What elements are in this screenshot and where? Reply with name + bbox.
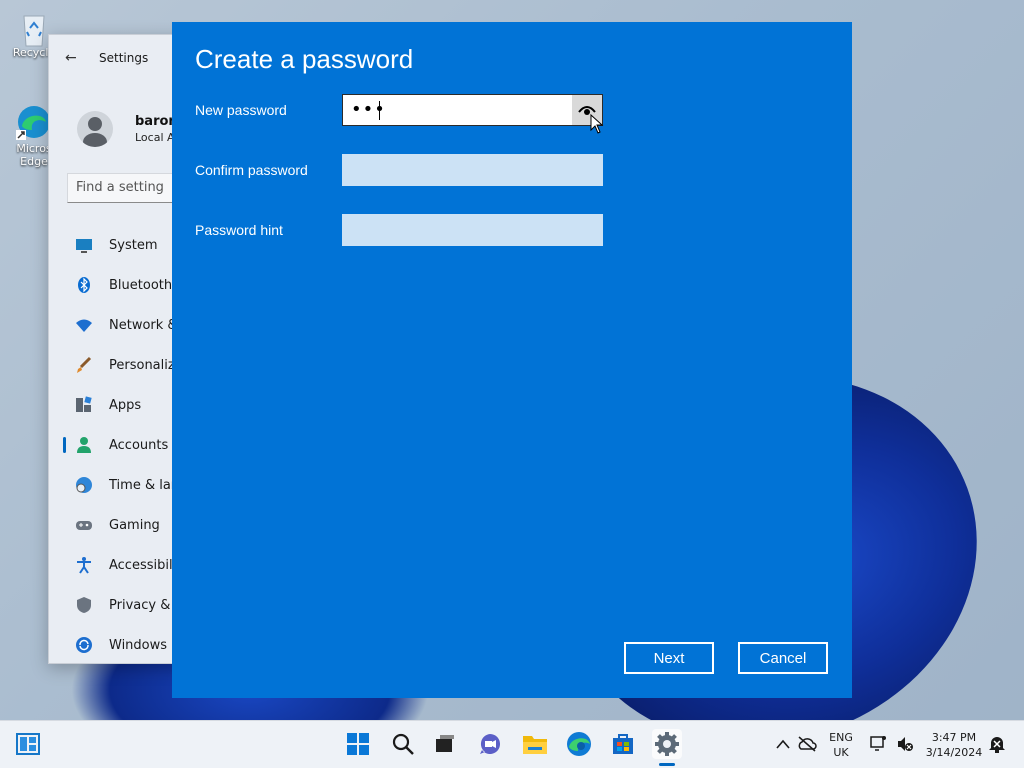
onedrive-button[interactable] <box>792 729 822 759</box>
sidebar-item-label: Personaliz <box>109 357 175 373</box>
wifi-icon <box>75 316 93 334</box>
settings-window: ← Settings baron Local A Find a setting … <box>48 34 197 665</box>
sidebar-item-label: Apps <box>109 397 142 413</box>
sidebar-item-label: Bluetooth <box>109 277 173 293</box>
widgets-icon <box>16 733 40 755</box>
clock-time: 3:47 PM <box>931 731 977 744</box>
sidebar-item-label: Time & lar <box>109 477 177 493</box>
sidebar-item-label: Gaming <box>109 517 160 533</box>
chat-button[interactable] <box>475 729 505 759</box>
sidebar-item-label: System <box>109 237 158 253</box>
accessibility-icon <box>75 556 93 574</box>
bluetooth-icon <box>75 276 93 294</box>
task-view-icon <box>436 735 454 752</box>
edge-taskbar-button[interactable] <box>564 729 594 759</box>
clock[interactable]: 3:47 PM 3/14/2024 <box>922 730 986 760</box>
notification-bell-icon <box>989 737 1005 753</box>
dialog-title: Create a password <box>195 44 414 74</box>
chevron-up-icon <box>776 739 790 749</box>
mouse-pointer-icon <box>590 114 604 134</box>
edge-icon <box>567 732 591 756</box>
password-hint-label: Password hint <box>195 222 283 238</box>
sidebar-item-label: Network & <box>109 317 178 333</box>
language-indicator[interactable]: ENG UK <box>826 730 856 760</box>
sidebar-item-label: Accounts <box>109 437 169 453</box>
windows-logo-icon <box>347 733 369 755</box>
volume-muted-icon <box>898 737 913 751</box>
sidebar-item-accessibility[interactable]: Accessibili <box>49 545 187 585</box>
update-icon <box>75 636 93 654</box>
volume-button[interactable] <box>890 729 920 759</box>
sidebar-item-label: Windows U <box>109 637 181 653</box>
active-app-indicator <box>659 763 675 766</box>
confirm-password-field[interactable] <box>342 154 603 186</box>
settings-titlebar: ← Settings <box>49 35 187 81</box>
store-button[interactable] <box>608 729 638 759</box>
avatar <box>77 111 113 147</box>
person-icon <box>75 436 93 454</box>
notifications-button[interactable] <box>982 729 1012 759</box>
cloud-offline-icon <box>798 736 817 752</box>
sidebar-item-gaming[interactable]: Gaming <box>49 505 187 545</box>
password-hint-field[interactable] <box>342 214 603 246</box>
gamepad-icon <box>75 516 93 534</box>
widgets-button[interactable] <box>13 729 43 759</box>
taskbar: ENG UK 3:47 PM 3/14/2024 <box>0 720 1024 768</box>
sidebar-item-personalization[interactable]: Personaliz <box>49 345 187 385</box>
brush-icon <box>75 356 93 374</box>
task-view-button[interactable] <box>430 729 460 759</box>
text-caret <box>379 101 380 120</box>
cancel-button[interactable]: Cancel <box>738 642 828 674</box>
sidebar-item-label: Accessibili <box>109 557 177 573</box>
new-password-value: ••• <box>351 99 386 120</box>
edge-icon <box>16 104 52 140</box>
language-code: ENG <box>829 731 853 744</box>
shield-icon <box>75 596 93 614</box>
sidebar-item-system[interactable]: System <box>49 225 187 265</box>
folder-icon <box>523 736 547 754</box>
chat-icon <box>480 734 500 754</box>
sidebar-item-windows-update[interactable]: Windows U <box>49 625 187 665</box>
new-password-label: New password <box>195 102 287 118</box>
sidebar-item-privacy[interactable]: Privacy & s <box>49 585 187 625</box>
gear-icon <box>655 732 679 756</box>
user-profile[interactable]: baron Local A <box>49 81 187 167</box>
clock-date: 3/14/2024 <box>925 746 983 759</box>
recycle-bin-icon <box>16 8 52 47</box>
next-button[interactable]: Next <box>624 642 714 674</box>
sidebar-item-accounts[interactable]: Accounts <box>49 425 187 465</box>
settings-taskbar-button[interactable] <box>652 729 682 759</box>
sidebar-item-time-language[interactable]: Time & lar <box>49 465 187 505</box>
monitor-icon <box>75 236 93 254</box>
sidebar-item-label: Privacy & s <box>109 597 182 613</box>
create-password-dialog: Create a password New password ••• Confi… <box>172 22 852 698</box>
confirm-password-label: Confirm password <box>195 162 308 178</box>
back-arrow-icon[interactable]: ← <box>65 50 79 66</box>
new-password-field[interactable]: ••• <box>342 94 603 126</box>
clock-globe-icon <box>75 476 93 494</box>
start-button[interactable] <box>343 729 373 759</box>
store-icon <box>613 734 633 754</box>
network-disconnected-icon <box>870 736 886 751</box>
keyboard-layout: UK <box>833 746 849 759</box>
search-icon <box>392 733 414 755</box>
settings-title: Settings <box>99 51 149 65</box>
search-button[interactable] <box>388 729 418 759</box>
file-explorer-button[interactable] <box>520 729 550 759</box>
sidebar-item-network[interactable]: Network & <box>49 305 187 345</box>
apps-icon <box>75 396 93 414</box>
sidebar-item-apps[interactable]: Apps <box>49 385 187 425</box>
settings-nav: System Bluetooth Network & Personaliz Ap… <box>49 225 187 665</box>
sidebar-item-bluetooth[interactable]: Bluetooth <box>49 265 187 305</box>
